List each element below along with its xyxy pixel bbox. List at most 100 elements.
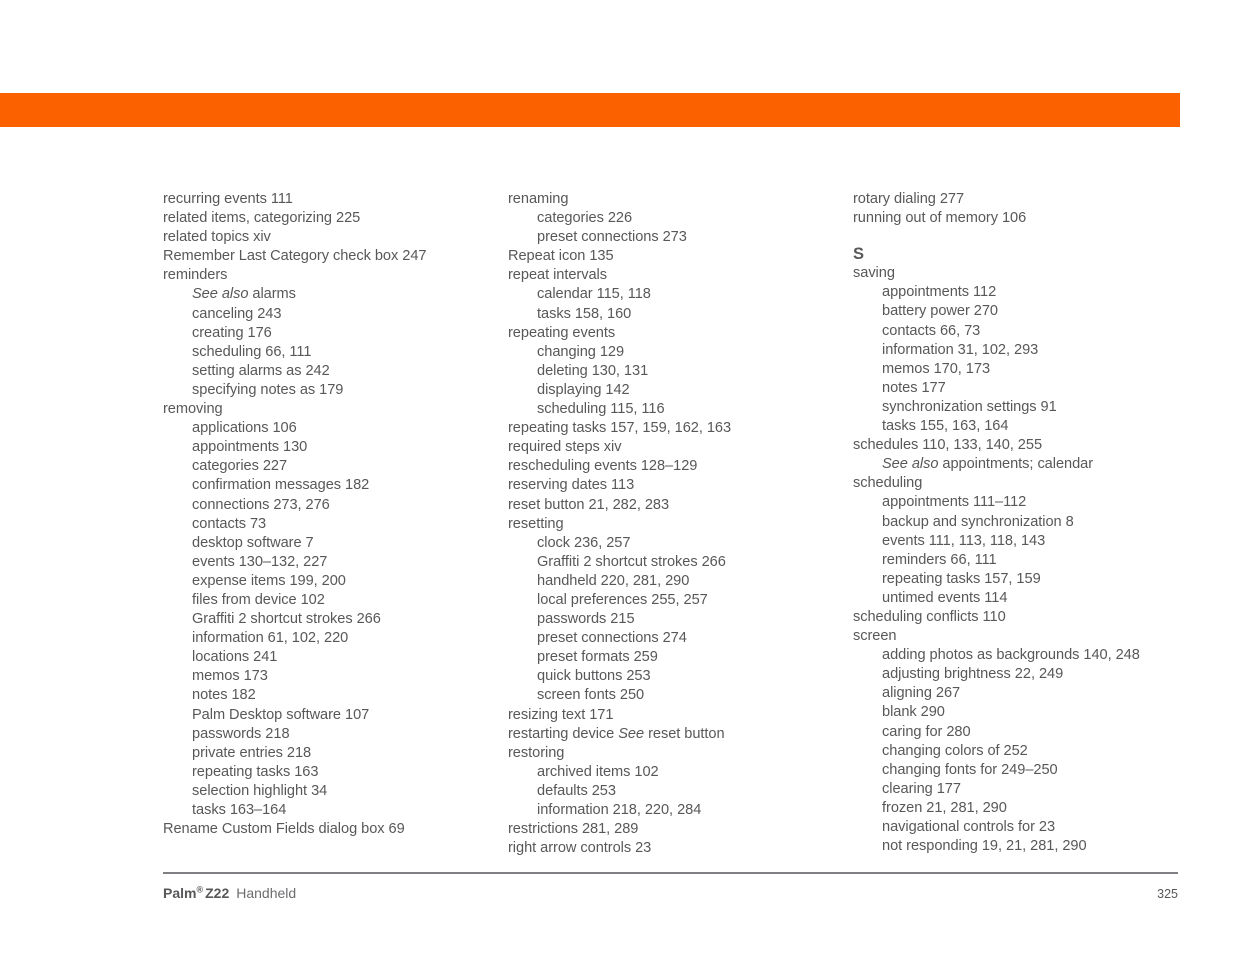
index-subentry: creating 176 bbox=[192, 324, 272, 341]
index-subentry: memos 170, 173 bbox=[882, 360, 991, 377]
index-subentry: changing colors of 252 bbox=[882, 742, 1028, 759]
index-entry: scheduling conflicts 110 bbox=[853, 608, 1006, 625]
index-subentry: desktop software 7 bbox=[192, 534, 314, 551]
index-subentry: calendar 115, 118 bbox=[537, 286, 651, 303]
index-subentry: information 31, 102, 293 bbox=[882, 341, 1039, 358]
footer-model: Z22 bbox=[205, 885, 230, 901]
index-subentry: Graffiti 2 shortcut strokes 266 bbox=[537, 553, 726, 570]
index-subentry: Palm Desktop software 107 bbox=[192, 706, 370, 723]
footer-divider bbox=[163, 872, 1178, 874]
index-entry: related items, categorizing 225 bbox=[163, 210, 361, 227]
footer-brand-name: Palm bbox=[163, 885, 197, 901]
footer-product-line: Palm® Z22 Handheld bbox=[163, 885, 296, 901]
index-subentry: notes 177 bbox=[882, 379, 946, 396]
index-subentry: adding photos as backgrounds 140, 248 bbox=[882, 647, 1140, 664]
index-subentry: preset formats 259 bbox=[537, 649, 658, 666]
index-entry: rescheduling events 128–129 bbox=[508, 458, 698, 475]
index-subentry: contacts 66, 73 bbox=[882, 322, 981, 339]
index-subentry: contacts 73 bbox=[192, 515, 267, 532]
index-entry: reminders bbox=[163, 267, 228, 284]
index-entry: right arrow controls 23 bbox=[508, 840, 652, 857]
index-entry: repeat intervals bbox=[508, 267, 607, 284]
index-subentry: files from device 102 bbox=[192, 591, 325, 608]
index-subentry: clock 236, 257 bbox=[537, 534, 631, 551]
index-subentry: changing 129 bbox=[537, 343, 625, 360]
see-also-label: See also bbox=[192, 286, 249, 303]
index-subentry: information 218, 220, 284 bbox=[537, 802, 702, 818]
index-subentry: events 130–132, 227 bbox=[192, 553, 328, 570]
index-entry: resizing text 171 bbox=[508, 706, 614, 723]
page-footer: Palm® Z22 Handheld 325 bbox=[163, 872, 1178, 901]
index-entry: running out of memory 106 bbox=[853, 210, 1027, 227]
footer-row: Palm® Z22 Handheld 325 bbox=[163, 885, 1178, 901]
index-subentry: categories 226 bbox=[537, 210, 633, 227]
index-subentry: untimed events 114 bbox=[882, 589, 1008, 606]
index-entry: screen bbox=[853, 628, 897, 645]
index-subentry: appointments 112 bbox=[882, 284, 997, 301]
index-subentry: connections 273, 276 bbox=[192, 496, 330, 513]
index-subentry: canceling 243 bbox=[192, 305, 282, 322]
index-subentry: local preferences 255, 257 bbox=[537, 591, 708, 608]
index-subentry: categories 227 bbox=[192, 458, 288, 475]
index-subentry: information 61, 102, 220 bbox=[192, 630, 349, 647]
index-subentry: tasks 163–164 bbox=[192, 802, 287, 818]
index-subentry: quick buttons 253 bbox=[537, 668, 651, 685]
index-entry: restrictions 281, 289 bbox=[508, 821, 639, 838]
index-entry: recurring events 111 bbox=[163, 191, 293, 207]
index-subentry: archived items 102 bbox=[537, 763, 659, 780]
index-subentry: passwords 215 bbox=[537, 611, 635, 628]
index-subentry: selection highlight 34 bbox=[192, 782, 328, 799]
index-subentry: battery power 270 bbox=[882, 303, 998, 320]
index-subentry: scheduling 115, 116 bbox=[537, 401, 665, 418]
index-subentry: defaults 253 bbox=[537, 782, 616, 799]
index-subentry: tasks 155, 163, 164 bbox=[882, 418, 1009, 435]
index-subentry: events 111, 113, 118, 143 bbox=[882, 532, 1046, 549]
index-entry: reserving dates 113 bbox=[508, 477, 635, 494]
index-subentry: preset connections 274 bbox=[537, 630, 687, 647]
index-subentry: clearing 177 bbox=[882, 780, 961, 797]
index-subentry: blank 290 bbox=[882, 704, 945, 721]
index-entry: repeating events bbox=[508, 324, 616, 341]
index-columns: recurring events 111 related items, categ… bbox=[163, 190, 1178, 858]
page-number: 325 bbox=[1157, 887, 1178, 901]
index-subentry: specifying notes as 179 bbox=[192, 381, 344, 398]
index-subentry: repeating tasks 157, 159 bbox=[882, 570, 1041, 587]
index-subentry: Graffiti 2 shortcut strokes 266 bbox=[192, 611, 381, 628]
index-subentry: tasks 158, 160 bbox=[537, 305, 632, 322]
index-entry: removing bbox=[163, 401, 223, 418]
index-entry: scheduling bbox=[853, 475, 923, 492]
index-entry: required steps xiv bbox=[508, 439, 622, 456]
see-label: See bbox=[618, 725, 645, 742]
index-entry: Rename Custom Fields dialog box 69 bbox=[163, 821, 405, 838]
index-subentry: appointments 111–112 bbox=[882, 494, 1027, 511]
orange-header-bar bbox=[0, 93, 1180, 127]
index-entry: rotary dialing 277 bbox=[853, 191, 965, 207]
index-entry: schedules 110, 133, 140, 255 bbox=[853, 437, 1043, 454]
see-also-label: See also bbox=[882, 456, 939, 473]
index-subentry: displaying 142 bbox=[537, 381, 630, 398]
index-entry: Remember Last Category check box 247 bbox=[163, 248, 427, 265]
index-entry: resetting bbox=[508, 515, 564, 532]
index-subentry: handheld 220, 281, 290 bbox=[537, 572, 690, 589]
index-subentry: See also alarms bbox=[192, 286, 296, 303]
index-entry: saving bbox=[853, 265, 895, 282]
footer-product: Handheld bbox=[236, 885, 297, 901]
index-entry: related topics xiv bbox=[163, 229, 271, 246]
index-subentry: confirmation messages 182 bbox=[192, 477, 370, 494]
index-subentry: scheduling 66, 111 bbox=[192, 343, 312, 360]
index-entry: Repeat icon 135 bbox=[508, 248, 614, 265]
index-subentry: reminders 66, 111 bbox=[882, 551, 997, 568]
index-entry: repeating tasks 157, 159, 162, 163 bbox=[508, 420, 732, 437]
footer-brand: Palm® bbox=[163, 885, 203, 901]
index-subentry: notes 182 bbox=[192, 687, 256, 704]
index-subentry: memos 173 bbox=[192, 668, 268, 685]
index-subentry: preset connections 273 bbox=[537, 229, 687, 246]
index-subentry: applications 106 bbox=[192, 420, 297, 437]
index-column-1: recurring events 111 related items, categ… bbox=[163, 190, 508, 858]
index-entry: reset button 21, 282, 283 bbox=[508, 496, 670, 513]
index-subentry: setting alarms as 242 bbox=[192, 362, 330, 379]
index-subentry: frozen 21, 281, 290 bbox=[882, 799, 1007, 816]
index-entry: renaming bbox=[508, 191, 569, 207]
index-subentry: See also appointments; calendar bbox=[882, 456, 1094, 473]
index-column-2: renaming categories 226 preset connections… bbox=[508, 190, 853, 858]
